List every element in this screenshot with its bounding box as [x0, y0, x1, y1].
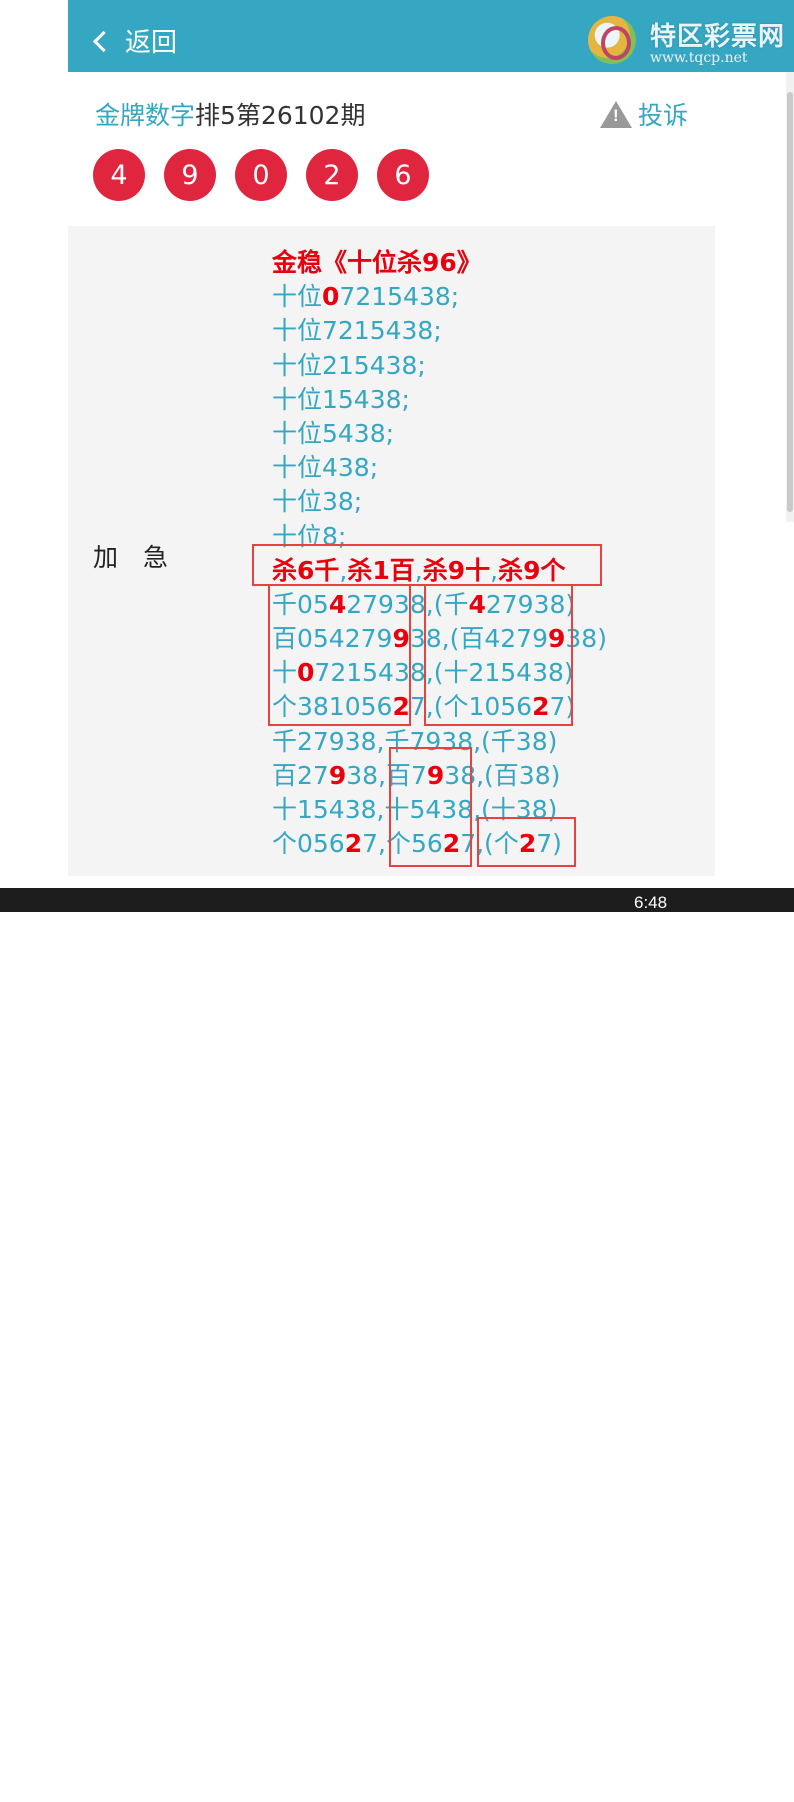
- taskbar-clock: 6:48: [634, 893, 668, 912]
- highlight-text: 2: [344, 829, 363, 859]
- taskbar-app-icon[interactable]: [364, 1794, 388, 1802]
- author-name[interactable]: 金牌数字: [95, 101, 195, 130]
- content-line: 十位438;: [272, 451, 607, 485]
- chevron-left-icon: [92, 30, 115, 53]
- line-text: 十位15438;: [272, 384, 410, 414]
- lottery-ball: 2: [306, 149, 358, 201]
- complain-label: 投诉: [638, 101, 689, 130]
- highlight-box: [477, 817, 576, 867]
- highlight-text: 0: [322, 282, 340, 312]
- issue-title: 排5第26102期: [195, 101, 366, 130]
- back-label: 返回: [125, 28, 178, 58]
- logo-name: 特区彩票网: [650, 22, 786, 52]
- lottery-ball: 4: [93, 149, 145, 201]
- warning-icon: !: [600, 100, 632, 128]
- highlight-box: [389, 747, 472, 867]
- highlight-text: 9: [328, 760, 347, 790]
- line-text: 十位5438;: [272, 418, 395, 448]
- line-text: 十位7215438;: [272, 316, 442, 346]
- content-line: 金稳《十位杀96》: [272, 246, 607, 280]
- line-text: 十位215438;: [272, 350, 426, 380]
- content-line: 十位5438;: [272, 417, 607, 451]
- content-line: 十位215438;: [272, 349, 607, 383]
- lottery-ball: 0: [235, 149, 287, 201]
- lottery-balls: 4 9 0 2 6: [93, 149, 429, 201]
- taskbar: [0, 888, 794, 1802]
- scrollbar[interactable]: [786, 72, 794, 522]
- highlight-box: [268, 584, 411, 726]
- highlight-text: 金稳《十位杀96》: [272, 248, 482, 277]
- content-line: 十位15438;: [272, 383, 607, 417]
- line-text: 十位: [272, 282, 323, 312]
- line-text: 十位438;: [272, 453, 379, 483]
- highlight-box: [252, 544, 602, 586]
- back-button[interactable]: 返回: [92, 22, 178, 59]
- line-text: 百27: [272, 760, 329, 790]
- top-bar: 返回 特区彩票网 www.tqcp.net: [68, 0, 794, 72]
- content-line: 十位38;: [272, 485, 607, 519]
- logo-url: www.tqcp.net: [650, 50, 748, 66]
- page-title: 金牌数字排5第26102期: [95, 96, 365, 132]
- complain-button[interactable]: ! 投诉: [600, 96, 688, 132]
- lottery-ball: 9: [164, 149, 216, 201]
- line-text: 十位38;: [272, 487, 363, 517]
- site-logo: 特区彩票网 www.tqcp.net: [586, 8, 792, 66]
- taskbar-app-icon[interactable]: [548, 1794, 572, 1802]
- prediction-panel: 加 急 金稳《十位杀96》 十位07215438; 十位7215438; 十位2154…: [68, 226, 715, 876]
- logo-emblem-icon: [588, 16, 636, 64]
- highlight-box: [424, 584, 573, 726]
- lottery-ball: 6: [377, 149, 429, 201]
- panel-label: 加 急: [93, 543, 169, 572]
- line-text: 个056: [272, 829, 345, 859]
- line-text: 7215438;: [339, 282, 460, 312]
- scrollbar-thumb[interactable]: [787, 92, 793, 512]
- content-line: 十位07215438;: [272, 280, 607, 314]
- content-line: 十位7215438;: [272, 314, 607, 348]
